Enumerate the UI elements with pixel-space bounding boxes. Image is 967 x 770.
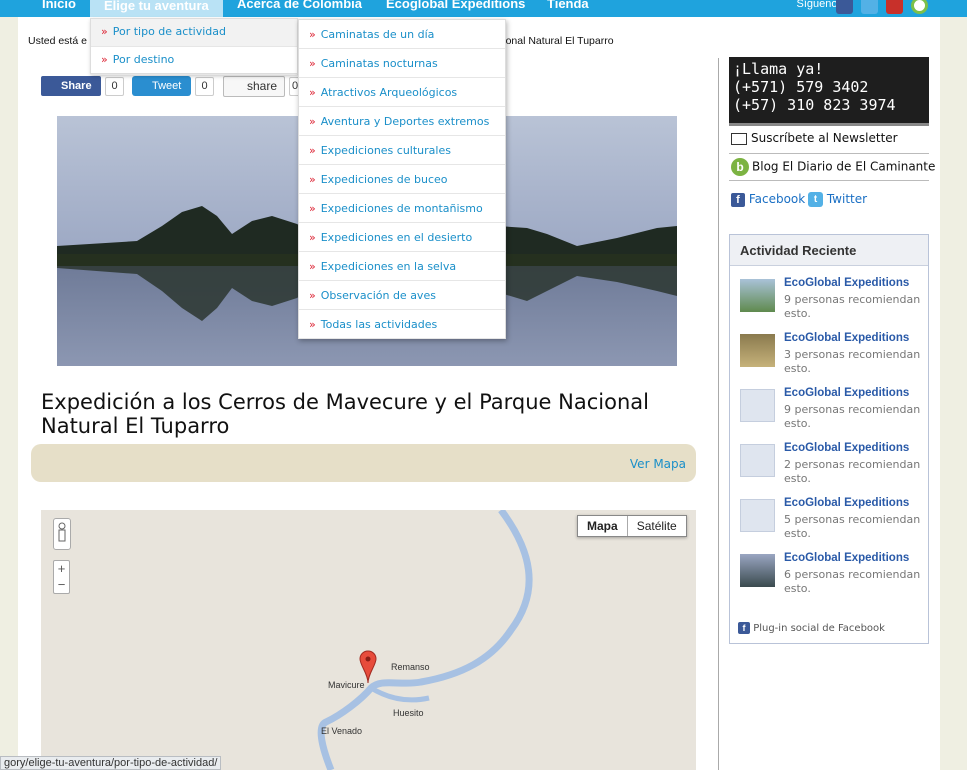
youtube-icon[interactable] xyxy=(886,0,903,14)
menu-item-expediciones-culturales[interactable]: » Expediciones culturales xyxy=(299,136,505,165)
phone-callout: ¡Llama ya! (+571) 579 3402 (+57) 310 823… xyxy=(729,57,929,126)
street-view-pegman-icon[interactable] xyxy=(53,518,71,550)
activity-item[interactable]: EcoGlobal Expeditions 2 personas recomie… xyxy=(740,442,925,492)
activity-item[interactable]: EcoGlobal Expeditions 9 personas recomie… xyxy=(740,277,925,327)
tweet-count: 0 xyxy=(195,77,214,96)
map-type-satelite[interactable]: Satélite xyxy=(628,516,686,536)
map-label-huesito: Huesito xyxy=(393,708,424,718)
facebook-icon: f xyxy=(738,622,750,634)
facebook-share-button[interactable]: Share xyxy=(41,76,101,96)
zoom-in-button[interactable]: + xyxy=(54,561,69,577)
facebook-link[interactable]: f Facebook xyxy=(731,192,805,207)
nav-tienda[interactable]: Tienda xyxy=(547,0,589,11)
menu-item-expediciones-selva[interactable]: » Expediciones en la selva xyxy=(299,252,505,281)
tweet-button[interactable]: Tweet xyxy=(132,76,191,96)
map-river xyxy=(317,510,533,770)
facebook-icon: f xyxy=(731,192,745,207)
menu-item-caminatas-dia[interactable]: » Caminatas de un día xyxy=(299,20,505,49)
activity-thumbnail xyxy=(740,334,775,367)
map-type-mapa[interactable]: Mapa xyxy=(578,516,628,536)
submenu-por-tipo-de-actividad[interactable]: » Por tipo de actividad xyxy=(91,19,297,47)
zoom-out-button[interactable]: − xyxy=(54,577,69,593)
sidebar-divider xyxy=(718,58,719,770)
page-title: Expedición a los Cerros de Mavecure y el… xyxy=(41,390,649,438)
breadcrumb-current: cional Natural El Tuparro xyxy=(498,35,614,47)
twitter-link[interactable]: t Twitter xyxy=(808,192,867,207)
activity-item[interactable]: EcoGlobal Expeditions 9 personas recomie… xyxy=(740,387,925,437)
nav-inicio[interactable]: Inicio xyxy=(42,0,76,11)
nav-ecoglobal-expeditions[interactable]: Ecoglobal Expeditions xyxy=(386,0,525,11)
map-label-mavicure: Mavicure xyxy=(328,680,365,690)
activity-item[interactable]: EcoGlobal Expeditions 3 personas recomie… xyxy=(740,332,925,382)
browser-status-url: gory/elige-tu-aventura/por-tipo-de-activ… xyxy=(0,756,222,770)
menu-item-observacion-aves[interactable]: » Observación de aves xyxy=(299,281,505,310)
google-map[interactable]: Mapa Satélite + − Remanso Mavicure Huesit… xyxy=(41,510,696,770)
facebook-share-count: 0 xyxy=(105,77,124,96)
placeholder-image-icon xyxy=(740,499,775,532)
breadcrumb: Usted está e xyxy=(28,35,87,47)
divider xyxy=(729,153,929,154)
blog-link[interactable]: b Blog El Diario de El Caminante xyxy=(731,158,935,176)
menu-item-todas-actividades[interactable]: » Todas las actividades xyxy=(299,310,505,339)
recent-activity-title: Actividad Reciente xyxy=(730,235,928,266)
menu-item-expediciones-buceo[interactable]: » Expediciones de buceo xyxy=(299,165,505,194)
ver-mapa-link[interactable]: Ver Mapa xyxy=(630,457,686,471)
map-label-remanso: Remanso xyxy=(391,662,430,672)
submenu-por-destino[interactable]: » Por destino xyxy=(91,47,297,75)
submenu-tipo-de-actividad: » Caminatas de un día » Caminatas nocturna… xyxy=(298,19,506,339)
map-toggle-bar: Ver Mapa xyxy=(31,444,696,482)
menu-item-atractivos-arqueologicos[interactable]: » Atractivos Arqueológicos xyxy=(299,78,505,107)
activity-item[interactable]: EcoGlobal Expeditions 5 personas recomie… xyxy=(740,497,925,547)
placeholder-image-icon xyxy=(740,389,775,422)
recent-activity-widget: Actividad Reciente EcoGlobal Expeditions… xyxy=(729,234,929,644)
facebook-icon[interactable] xyxy=(836,0,853,14)
submenu-elige-tu-aventura: » Por tipo de actividad » Por destino xyxy=(90,18,298,75)
top-navigation: Inicio Elige tu aventura Acerca de Colom… xyxy=(0,0,967,17)
placeholder-image-icon xyxy=(740,444,775,477)
menu-item-caminatas-nocturnas[interactable]: » Caminatas nocturnas xyxy=(299,49,505,78)
activity-thumbnail xyxy=(740,279,775,312)
newsletter-link[interactable]: Suscríbete al Newsletter xyxy=(731,131,898,145)
nav-acerca-de-colombia[interactable]: Acerca de Colombia xyxy=(237,0,362,11)
activity-item[interactable]: EcoGlobal Expeditions 6 personas recomie… xyxy=(740,552,925,602)
facebook-plugin-footer[interactable]: f Plug-in social de Facebook xyxy=(738,622,885,634)
zoom-control: + − xyxy=(53,560,70,594)
menu-item-aventura-deportes[interactable]: » Aventura y Deportes extremos xyxy=(299,107,505,136)
picasa-icon[interactable] xyxy=(911,0,928,14)
menu-item-expediciones-montanismo[interactable]: » Expediciones de montañismo xyxy=(299,194,505,223)
blogger-icon: b xyxy=(731,158,749,176)
nav-elige-tu-aventura[interactable]: Elige tu aventura xyxy=(90,0,223,17)
divider xyxy=(729,180,929,181)
activity-thumbnail xyxy=(740,554,775,587)
menu-item-expediciones-desierto[interactable]: » Expediciones en el desierto xyxy=(299,223,505,252)
email-share-button[interactable]: share xyxy=(223,76,285,97)
map-label-el-venado: El Venado xyxy=(321,726,363,736)
twitter-icon: t xyxy=(808,192,823,207)
twitter-icon[interactable] xyxy=(861,0,878,14)
envelope-icon xyxy=(731,132,747,145)
map-type-control: Mapa Satélite xyxy=(577,515,687,537)
